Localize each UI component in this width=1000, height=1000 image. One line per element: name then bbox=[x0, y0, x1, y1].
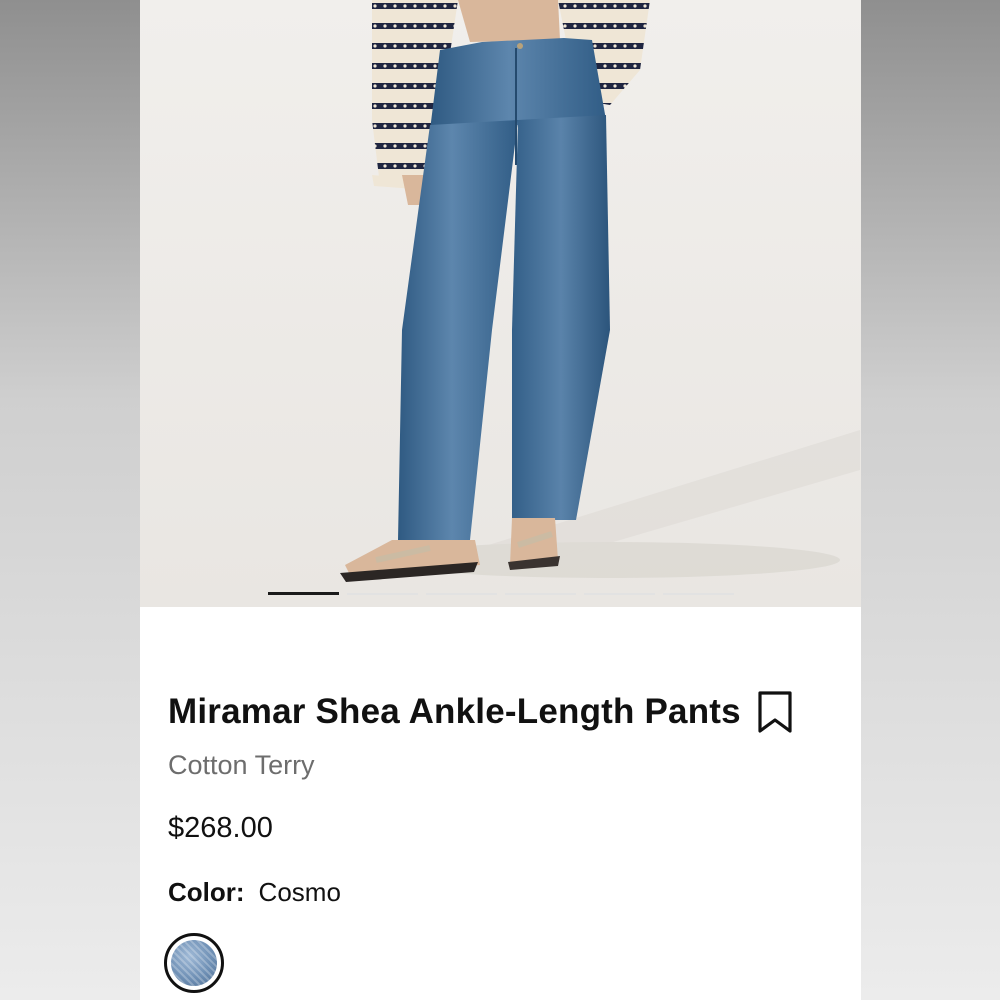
carousel-pagination bbox=[268, 592, 734, 596]
product-photo bbox=[140, 0, 861, 607]
title-row: Miramar Shea Ankle-Length Pants bbox=[168, 690, 795, 734]
carousel-indicator[interactable] bbox=[663, 593, 734, 595]
carousel-indicator-active[interactable] bbox=[268, 592, 339, 595]
color-swatch-selected[interactable] bbox=[164, 933, 224, 993]
product-page: Miramar Shea Ankle-Length Pants Cotton T… bbox=[140, 0, 861, 1000]
product-fabric: Cotton Terry bbox=[168, 750, 315, 780]
carousel-indicator[interactable] bbox=[584, 593, 655, 595]
carousel-indicator[interactable] bbox=[426, 593, 497, 595]
color-row: Color: Cosmo bbox=[168, 877, 341, 908]
right-backdrop bbox=[860, 0, 1000, 1000]
bookmark-icon[interactable] bbox=[755, 690, 795, 734]
left-backdrop bbox=[0, 0, 140, 1000]
color-value: Cosmo bbox=[258, 877, 341, 907]
carousel-indicator[interactable] bbox=[505, 593, 576, 595]
product-price: $268.00 bbox=[168, 812, 273, 844]
product-title: Miramar Shea Ankle-Length Pants bbox=[168, 692, 741, 731]
carousel-indicator[interactable] bbox=[347, 593, 418, 595]
product-image-carousel[interactable] bbox=[140, 0, 861, 607]
denim-swatch bbox=[171, 940, 217, 986]
color-label: Color: bbox=[168, 877, 245, 907]
